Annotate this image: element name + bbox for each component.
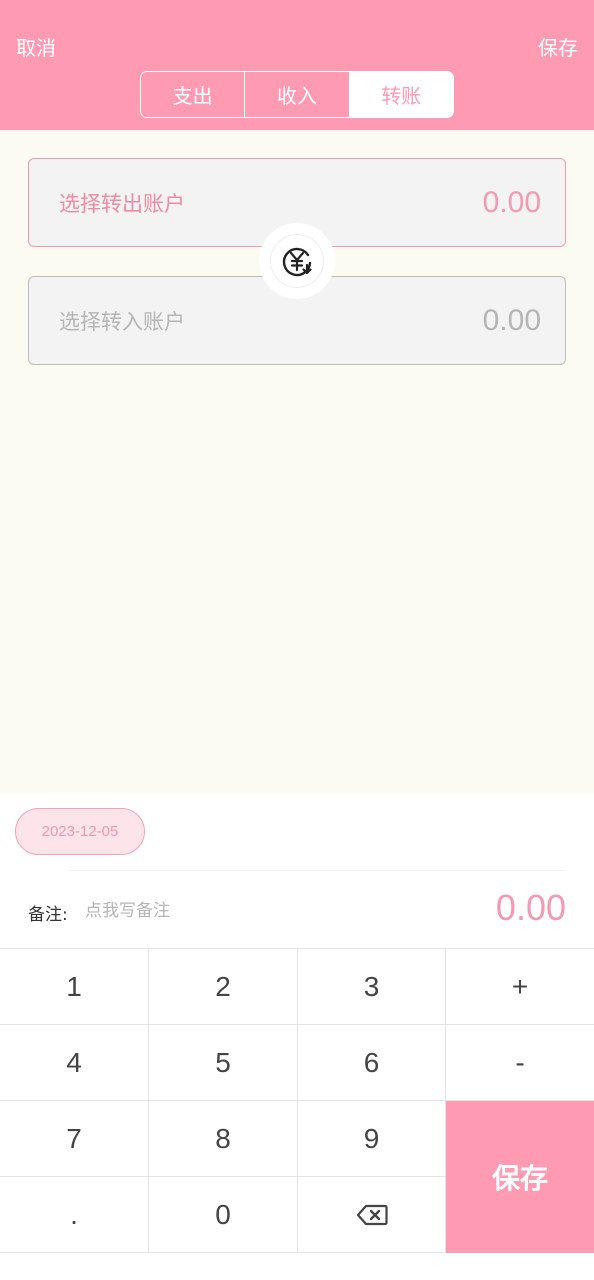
numeric-keypad: 1 2 3 + 4 5 6 - 7 8 9 . 0 保存 (0, 948, 594, 1253)
type-segmented-control: 支出 收入 转账 (140, 71, 454, 118)
key-3[interactable]: 3 (298, 949, 446, 1025)
key-0[interactable]: 0 (149, 1177, 298, 1253)
to-account-amount: 0.00 (482, 303, 541, 337)
cancel-button[interactable]: 取消 (16, 32, 56, 61)
divider (68, 870, 566, 871)
key-4[interactable]: 4 (0, 1025, 149, 1101)
tab-income[interactable]: 收入 (244, 72, 348, 117)
to-account-label: 选择转入账户 (59, 309, 185, 334)
entry-panel: 2023-12-05 备注: 0.00 1 2 3 + 4 5 6 - 7 8 … (0, 793, 594, 1280)
backspace-key[interactable] (298, 1177, 446, 1253)
key-5[interactable]: 5 (149, 1025, 298, 1101)
total-amount: 0.00 (495, 887, 566, 928)
from-account-label: 选择转出账户 (59, 191, 185, 216)
top-bar: 取消 保存 支出 收入 转账 (0, 0, 594, 130)
swap-accounts-button[interactable] (259, 223, 335, 299)
tab-expense[interactable]: 支出 (141, 72, 244, 117)
transfer-content: 选择转出账户 0.00 选择转入账户 0.00 (0, 130, 594, 793)
key-7[interactable]: 7 (0, 1101, 149, 1177)
tab-transfer[interactable]: 转账 (348, 72, 453, 117)
date-picker-button[interactable]: 2023-12-05 (15, 808, 145, 855)
backspace-icon (356, 1204, 388, 1225)
key-9[interactable]: 9 (298, 1101, 446, 1177)
key-2[interactable]: 2 (149, 949, 298, 1025)
currency-swap-icon (271, 235, 323, 287)
save-button-top[interactable]: 保存 (538, 32, 578, 61)
from-account-amount: 0.00 (482, 185, 541, 219)
note-label: 备注: (28, 905, 68, 925)
key-minus[interactable]: - (446, 1025, 594, 1101)
key-8[interactable]: 8 (149, 1101, 298, 1177)
key-6[interactable]: 6 (298, 1025, 446, 1101)
save-button-keypad[interactable]: 保存 (446, 1101, 594, 1253)
key-plus[interactable]: + (446, 949, 594, 1025)
key-decimal[interactable]: . (0, 1177, 149, 1253)
key-1[interactable]: 1 (0, 949, 149, 1025)
note-input[interactable] (85, 897, 385, 925)
